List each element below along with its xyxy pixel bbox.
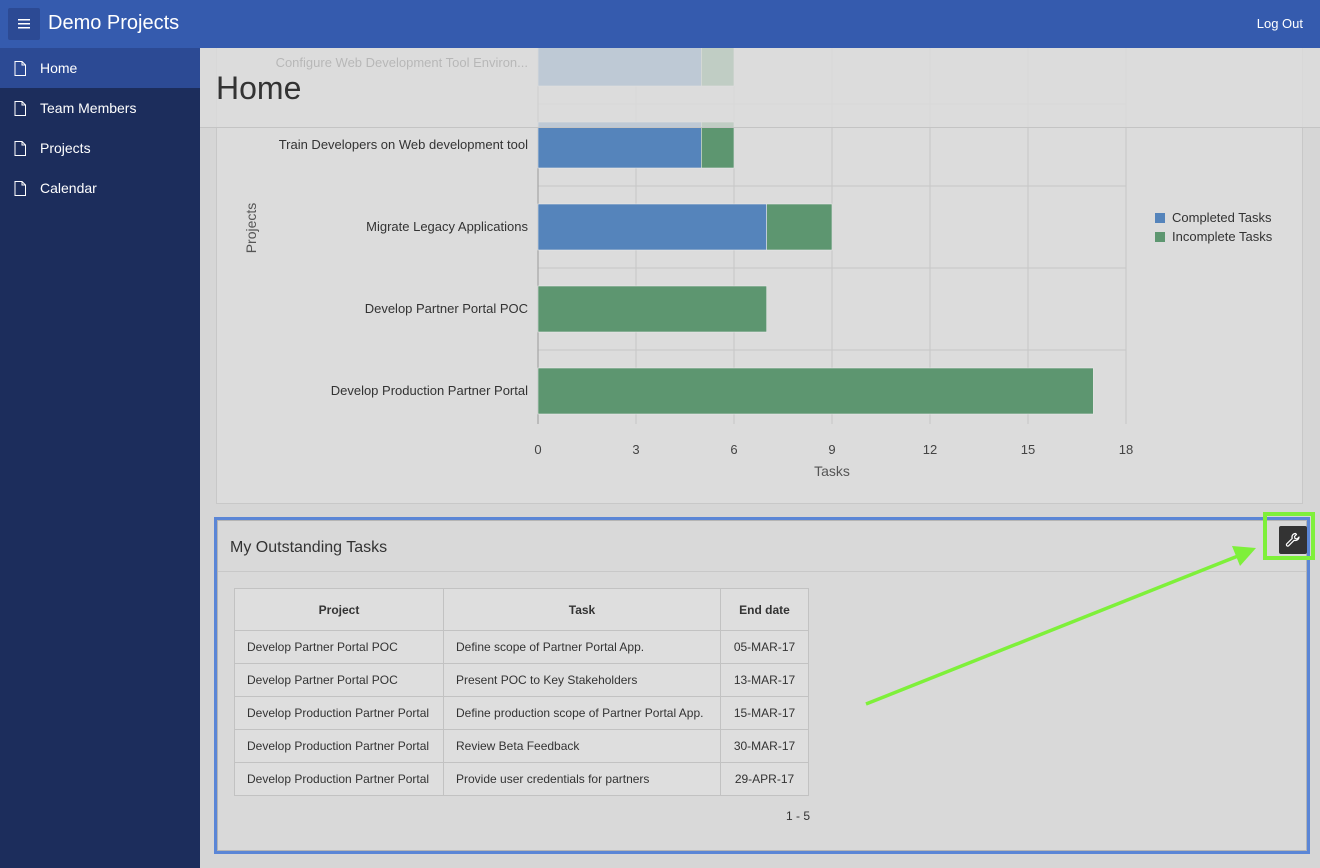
cell-end-date: 30-MAR-17 [720, 729, 809, 763]
bar-incomplete-tasks [701, 121, 735, 169]
legend-swatch [1155, 213, 1165, 223]
region-title: My Outstanding Tasks [230, 539, 388, 556]
outstanding-tasks-region: My Outstanding Tasks Project Task End da… [214, 517, 1310, 854]
cell-task: Define scope of Partner Portal App. [443, 630, 721, 664]
y-axis-title: Projects [243, 203, 259, 254]
bar-incomplete-tasks [537, 367, 1094, 415]
cell-end-date: 29-APR-17 [720, 762, 809, 796]
logout-link[interactable]: Log Out [1257, 16, 1303, 31]
sidebar-item-label: Team Members [40, 100, 137, 116]
cell-project: Develop Production Partner Portal [234, 762, 444, 796]
bar-incomplete-tasks [537, 285, 767, 333]
x-tick-label: 15 [1021, 442, 1035, 457]
cell-project: Develop Production Partner Portal [234, 696, 444, 730]
category-label: Migrate Legacy Applications [366, 219, 528, 234]
cell-task: Review Beta Feedback [443, 729, 721, 763]
region-actions-button[interactable] [1279, 526, 1307, 554]
column-header-end-date[interactable]: End date [720, 588, 809, 631]
cell-project: Develop Partner Portal POC [234, 663, 444, 697]
cell-task: Provide user credentials for partners [443, 762, 721, 796]
app-title[interactable]: Demo Projects [48, 12, 179, 35]
document-icon [14, 60, 26, 76]
category-label: Train Developers on Web development tool [279, 137, 528, 152]
sidebar: Home Team Members Projects Calendar [0, 48, 200, 868]
legend-label: Incomplete Tasks [1172, 229, 1273, 244]
sidebar-item-team-members[interactable]: Team Members [0, 88, 200, 128]
hamburger-menu-button[interactable] [8, 8, 40, 40]
main-content: Configure Web Development Tool Environ..… [200, 48, 1320, 868]
x-tick-label: 0 [534, 442, 541, 457]
sidebar-item-projects[interactable]: Projects [0, 128, 200, 168]
x-axis-title: Tasks [814, 463, 850, 479]
document-icon [14, 180, 26, 196]
cell-end-date: 13-MAR-17 [720, 663, 809, 697]
document-icon [14, 100, 26, 116]
x-tick-label: 18 [1119, 442, 1133, 457]
x-tick-label: 12 [923, 442, 937, 457]
bar-completed-tasks [537, 121, 702, 169]
top-bar: Demo Projects Log Out [0, 0, 1320, 48]
category-label: Develop Partner Portal POC [365, 301, 528, 316]
cell-task: Present POC to Key Stakeholders [443, 663, 721, 697]
table-row: Develop Production Partner Portal Provid… [234, 762, 809, 796]
x-tick-label: 3 [632, 442, 639, 457]
table-row: Develop Production Partner Portal Define… [234, 696, 809, 730]
document-icon [14, 140, 26, 156]
sidebar-item-label: Home [40, 60, 78, 76]
sidebar-item-label: Calendar [40, 180, 97, 196]
x-tick-label: 6 [730, 442, 737, 457]
sidebar-item-home[interactable]: Home [0, 48, 200, 88]
sidebar-item-label: Projects [40, 140, 91, 156]
cell-task: Define production scope of Partner Porta… [443, 696, 721, 730]
wrench-icon [1285, 532, 1300, 547]
cell-end-date: 15-MAR-17 [720, 696, 809, 730]
x-tick-label: 9 [828, 442, 835, 457]
category-label: Develop Production Partner Portal [331, 383, 528, 398]
legend-label: Completed Tasks [1172, 210, 1272, 225]
pagination-label: 1 - 5 [785, 809, 810, 823]
cell-end-date: 05-MAR-17 [720, 630, 809, 664]
table-row: Develop Partner Portal POC Present POC t… [234, 663, 809, 697]
table-row: Develop Production Partner Portal Review… [234, 729, 809, 763]
table-row: Develop Partner Portal POC Define scope … [234, 630, 809, 664]
page-title: Home [216, 70, 302, 106]
hamburger-icon [18, 19, 30, 29]
tasks-table: Project Task End date Develop Partner Po… [234, 588, 809, 796]
bar-incomplete-tasks [766, 203, 833, 251]
legend-swatch [1155, 232, 1165, 242]
sidebar-item-calendar[interactable]: Calendar [0, 168, 200, 208]
page-header: Home [200, 48, 1320, 128]
cell-project: Develop Production Partner Portal [234, 729, 444, 763]
bar-completed-tasks [537, 203, 767, 251]
column-header-project[interactable]: Project [234, 588, 444, 631]
cell-project: Develop Partner Portal POC [234, 630, 444, 664]
column-header-task[interactable]: Task [443, 588, 721, 631]
